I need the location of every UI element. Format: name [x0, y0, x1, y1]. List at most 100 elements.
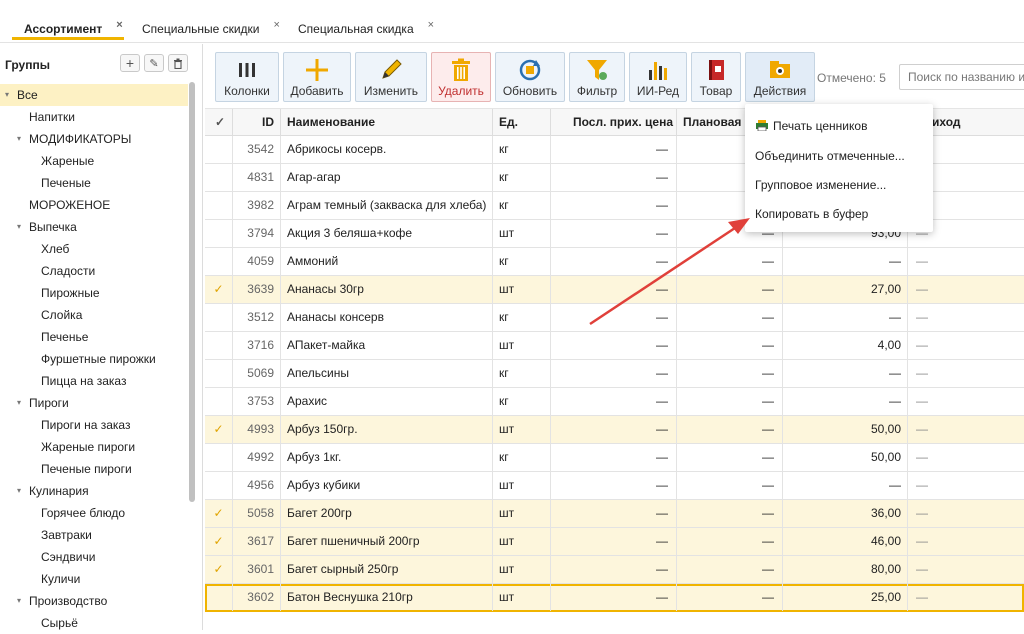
close-icon[interactable]: ×	[274, 12, 280, 31]
table-row[interactable]: 3716 АПакет-майка шт — —4,00—	[205, 332, 1024, 360]
cell-unit: шт	[493, 416, 551, 443]
header-last-price[interactable]: Посл. прих. цена	[551, 109, 677, 136]
tree-item-label: Пироги на заказ	[41, 418, 131, 432]
table-row[interactable]: ✓ 3617 Багет пшеничный 200гр шт — —46,00—	[205, 528, 1024, 556]
tree-item[interactable]: Завтраки	[0, 524, 188, 546]
table-row[interactable]: ✓ 5058 Багет 200гр шт — —36,00—	[205, 500, 1024, 528]
tree-item[interactable]: Печеные	[0, 172, 188, 194]
toolbar-label: Добавить	[290, 84, 344, 98]
tree-item[interactable]: Пицца на заказ	[0, 370, 188, 392]
tree-item[interactable]: Напитки	[0, 106, 188, 128]
cell-mark[interactable]	[205, 304, 233, 331]
cell-mark[interactable]: ✓	[205, 556, 233, 583]
cell-plan: —	[677, 248, 783, 275]
cell-mark[interactable]	[205, 248, 233, 275]
table-row[interactable]: 3512 Ананасы консерв кг — — — —	[205, 304, 1024, 332]
table-row[interactable]: ✓ 3639 Ананасы 30гр шт — —27,00—	[205, 276, 1024, 304]
tree-item[interactable]: Фуршетные пирожки	[0, 348, 188, 370]
tab-special-discounts[interactable]: Специальные скидки ×	[142, 12, 280, 40]
tree-item[interactable]: Слойка	[0, 304, 188, 326]
add-group-button[interactable]: +	[120, 54, 140, 72]
tree-item[interactable]: Сладости	[0, 260, 188, 282]
cell-mark[interactable]: ✓	[205, 528, 233, 555]
header-check[interactable]: ✓	[205, 109, 233, 136]
cell-mark[interactable]	[205, 192, 233, 219]
header-unit[interactable]: Ед.	[493, 109, 551, 136]
tree-item[interactable]: Печенье	[0, 326, 188, 348]
cell-mark[interactable]	[205, 332, 233, 359]
table-row[interactable]: 5069 Апельсины кг — — — —	[205, 360, 1024, 388]
tree-item-label: Пироги	[29, 396, 69, 410]
delete-button[interactable]: Удалить	[431, 52, 491, 102]
cell-mark[interactable]	[205, 388, 233, 415]
tree-item[interactable]: ▾ Кулинария	[0, 480, 188, 502]
cell-mark[interactable]: ✓	[205, 276, 233, 303]
table-row[interactable]: 4956 Арбуз кубики шт — — — —	[205, 472, 1024, 500]
expand-arrow-icon[interactable]: ▾	[5, 84, 9, 106]
tree-item[interactable]: Пироги на заказ	[0, 414, 188, 436]
actions-button[interactable]: Действия	[745, 52, 815, 102]
search-input[interactable]	[899, 64, 1024, 90]
table-row[interactable]: ✓ 3601 Багет сырный 250гр шт — —80,00—	[205, 556, 1024, 584]
tree-item[interactable]: ▾ МОДИФИКАТОРЫ	[0, 128, 188, 150]
ai-edit-button[interactable]: ИИ-Ред	[629, 52, 687, 102]
delete-group-button[interactable]	[168, 54, 188, 72]
edit-group-button[interactable]: ✎	[144, 54, 164, 72]
header-id[interactable]: ID	[233, 109, 281, 136]
cell-mark[interactable]: ✓	[205, 500, 233, 527]
tab-special-discount[interactable]: Специальная скидка ×	[298, 12, 434, 40]
expand-arrow-icon[interactable]: ▾	[17, 392, 21, 414]
cell-mark[interactable]: ✓	[205, 416, 233, 443]
expand-arrow-icon[interactable]: ▾	[17, 216, 21, 238]
expand-arrow-icon[interactable]: ▾	[17, 590, 21, 612]
tree-item[interactable]: Печеные пироги	[0, 458, 188, 480]
tree-item[interactable]: Сэндвичи	[0, 546, 188, 568]
table-row[interactable]: 3753 Арахис кг — — — —	[205, 388, 1024, 416]
filter-button[interactable]: Фильтр	[569, 52, 625, 102]
cell-mark[interactable]	[205, 136, 233, 163]
close-icon[interactable]: ×	[116, 12, 122, 31]
table-row[interactable]: 3602 Батон Веснушка 210гр шт — —25,00—	[205, 584, 1024, 612]
tree-item[interactable]: Хлеб	[0, 238, 188, 260]
expand-arrow-icon[interactable]: ▾	[17, 480, 21, 502]
tab-label: Специальные скидки	[142, 22, 260, 36]
cell-mark[interactable]	[205, 220, 233, 247]
tree-item[interactable]: Куличи	[0, 568, 188, 590]
cell-mark[interactable]	[205, 360, 233, 387]
add-button[interactable]: Добавить	[283, 52, 351, 102]
product-button[interactable]: Товар	[691, 52, 741, 102]
expand-arrow-icon[interactable]: ▾	[17, 128, 21, 150]
tree-item[interactable]: Горячее блюдо	[0, 502, 188, 524]
table-row[interactable]: 4059 Аммоний кг — — — —	[205, 248, 1024, 276]
menu-item-merge-marked[interactable]: Объединить отмеченные...	[755, 144, 905, 168]
tab-assortment[interactable]: Ассортимент ×	[12, 12, 124, 40]
table-row[interactable]: ✓ 4993 Арбуз 150гр. шт — —50,00—	[205, 416, 1024, 444]
refresh-button[interactable]: Обновить	[495, 52, 565, 102]
cell-last: —	[551, 388, 677, 415]
menu-item-copy-to-clipboard[interactable]: Копировать в буфер	[755, 202, 868, 226]
tree-item[interactable]: Пирожные	[0, 282, 188, 304]
table-row[interactable]: 4992 Арбуз 1кг. кг — —50,00—	[205, 444, 1024, 472]
close-icon[interactable]: ×	[428, 12, 434, 31]
menu-item-group-change[interactable]: Групповое изменение...	[755, 173, 886, 197]
cell-mark[interactable]	[205, 472, 233, 499]
cell-mark[interactable]	[205, 444, 233, 471]
cell-mark[interactable]	[205, 164, 233, 191]
tree-item[interactable]: ▾ Производство	[0, 590, 188, 612]
tab-label: Ассортимент	[24, 22, 103, 36]
tree-item[interactable]: ▾ Все	[0, 84, 188, 106]
header-name[interactable]: Наименование	[281, 109, 493, 136]
columns-button[interactable]: Колонки	[215, 52, 279, 102]
tree-item[interactable]: МОРОЖЕНОЕ	[0, 194, 188, 216]
groups-scrollbar[interactable]	[189, 82, 195, 502]
menu-item-print-labels[interactable]: Печать ценников	[755, 114, 867, 138]
edit-button[interactable]: Изменить	[355, 52, 427, 102]
tree-item[interactable]: ▾ Выпечка	[0, 216, 188, 238]
tree-item[interactable]: Жареные пироги	[0, 436, 188, 458]
cell-price: 4,00	[783, 332, 908, 359]
tree-item[interactable]: Жареные	[0, 150, 188, 172]
cell-mark[interactable]	[205, 584, 233, 611]
tree-item[interactable]: Сырьё	[0, 612, 188, 634]
tree-item[interactable]: ▾ Пироги	[0, 392, 188, 414]
cell-name: Абрикосы косерв.	[281, 136, 493, 163]
